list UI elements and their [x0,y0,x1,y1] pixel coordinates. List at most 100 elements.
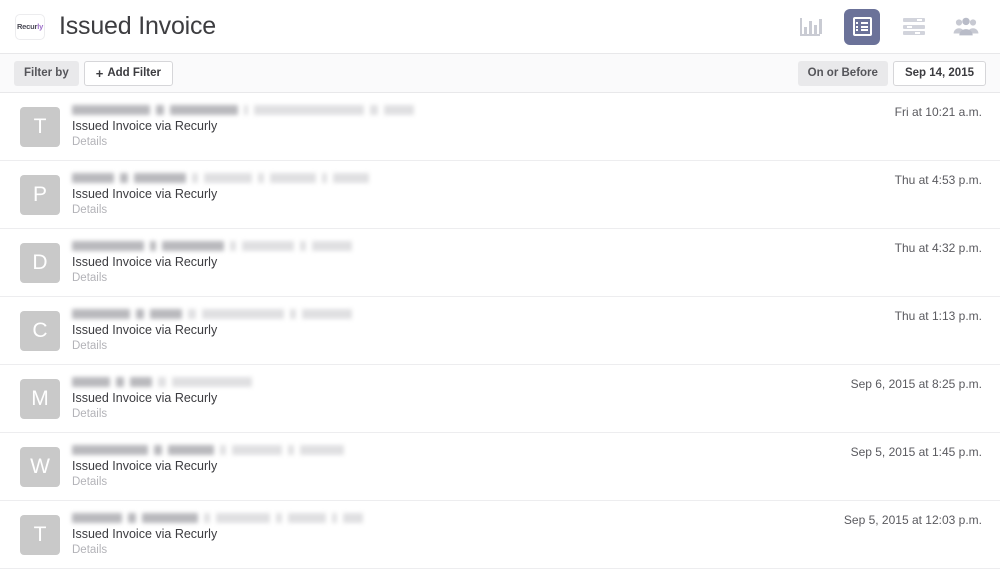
redacted-chunk [150,309,182,319]
row-body: Issued Invoice via Recurly Details [72,377,851,421]
row-body: Issued Invoice via Recurly Details [72,445,851,489]
recurly-logo-icon[interactable]: Recurly [15,13,45,40]
avatar: P [20,174,60,215]
event-list: T Issued Invoice via Recurly Details Fri at… [0,93,1000,569]
redacted-chunk [72,377,110,387]
header-actions [792,8,984,45]
redacted-chunk [134,173,186,183]
redacted-chunk [154,445,162,455]
redacted-chunk [258,173,264,183]
redacted-chunk [333,173,369,183]
row-action-text: Issued Invoice via Recurly [72,118,218,133]
redacted-chunk [202,309,284,319]
avatar: T [20,106,60,147]
row-action-text: Issued Invoice via Recurly [72,390,218,405]
redacted-chunk [270,173,316,183]
redacted-chunk [204,513,210,523]
sliders-icon [903,18,925,35]
details-link[interactable]: Details [72,135,895,149]
row-body: Issued Invoice via Recurly Details [72,513,844,557]
redacted-chunk [136,309,144,319]
redacted-chunk [254,105,364,115]
redacted-chunk [130,377,152,387]
recurly-logo-text: Recurly [16,21,44,31]
redacted-chunk [72,105,150,115]
avatar: W [20,446,60,487]
redacted-account-name [72,445,851,456]
people-icon [953,17,979,36]
redacted-chunk [242,241,294,251]
redacted-chunk [276,513,282,523]
row-timestamp: Sep 5, 2015 at 1:45 p.m. [850,445,982,459]
redacted-chunk [343,513,363,523]
redacted-chunk [72,445,148,455]
avatar: M [20,378,60,419]
avatar: C [20,310,60,351]
row-action-text: Issued Invoice via Recurly [72,526,218,541]
brand[interactable]: Recurly Issued Invoice [15,0,216,56]
redacted-chunk [384,105,414,115]
bar-chart-icon [800,17,822,36]
row-action-text: Issued Invoice via Recurly [72,254,218,269]
redacted-chunk [72,309,130,319]
filter-by-group: Filter by + Add Filter [14,60,173,86]
details-link[interactable]: Details [72,543,844,557]
redacted-chunk [232,445,282,455]
redacted-chunk [172,377,252,387]
table-row[interactable]: P Issued Invoice via Recurly Details Thu at… [0,161,1000,229]
avatar: T [20,514,60,555]
plus-icon: + [95,65,104,81]
redacted-chunk [72,241,144,251]
table-row[interactable]: T Issued Invoice via Recurly Details Fri at… [0,93,1000,161]
redacted-chunk [332,513,337,523]
redacted-chunk [156,105,164,115]
redacted-account-name [72,309,895,320]
table-row[interactable]: M Issued Invoice via Recurly Details Sep 6,… [0,365,1000,433]
redacted-chunk [188,309,196,319]
table-row[interactable]: T Issued Invoice via Recurly Details Sep 5,… [0,501,1000,569]
details-link[interactable]: Details [72,271,895,285]
details-link[interactable]: Details [72,339,895,353]
row-timestamp: Sep 5, 2015 at 12:03 p.m. [843,513,982,527]
row-timestamp: Thu at 1:13 p.m. [894,309,982,323]
row-timestamp: Sep 6, 2015 at 8:25 p.m. [850,377,982,391]
details-link[interactable]: Details [72,203,895,217]
add-filter-button[interactable]: + Add Filter [83,60,173,86]
redacted-chunk [288,513,326,523]
row-timestamp: Thu at 4:32 p.m. [894,241,982,255]
redacted-chunk [142,513,198,523]
redacted-account-name [72,105,895,116]
row-action-text: Issued Invoice via Recurly [72,458,218,473]
row-body: Issued Invoice via Recurly Details [72,105,895,149]
people-icon-button[interactable] [948,9,984,45]
sliders-icon-button[interactable] [896,9,932,45]
redacted-chunk [244,105,248,115]
redacted-chunk [72,173,114,183]
app-header: Recurly Issued Invoice [0,0,1000,54]
add-filter-label: Add Filter [107,67,161,79]
redacted-chunk [288,445,294,455]
details-link[interactable]: Details [72,407,851,421]
table-row[interactable]: D Issued Invoice via Recurly Details Thu at… [0,229,1000,297]
filter-bar: Filter by + Add Filter On or Before Sep … [0,54,1000,93]
redacted-chunk [204,173,252,183]
row-timestamp: Fri at 10:21 a.m. [894,105,982,119]
redacted-chunk [170,105,238,115]
redacted-chunk [162,241,224,251]
redacted-chunk [300,241,306,251]
avatar: D [20,242,60,283]
bar-chart-icon-button[interactable] [792,9,828,45]
redacted-chunk [72,513,122,523]
table-row[interactable]: W Issued Invoice via Recurly Details Sep 5,… [0,433,1000,501]
redacted-chunk [322,173,327,183]
details-link[interactable]: Details [72,475,851,489]
date-operator-label[interactable]: On or Before [797,60,888,86]
redacted-account-name [72,241,895,252]
row-body: Issued Invoice via Recurly Details [72,241,895,285]
redacted-chunk [300,445,344,455]
table-row[interactable]: C Issued Invoice via Recurly Details Thu at… [0,297,1000,365]
redacted-chunk [150,241,156,251]
list-icon-button[interactable] [844,8,880,45]
date-value-button[interactable]: Sep 14, 2015 [892,60,986,86]
redacted-chunk [290,309,296,319]
